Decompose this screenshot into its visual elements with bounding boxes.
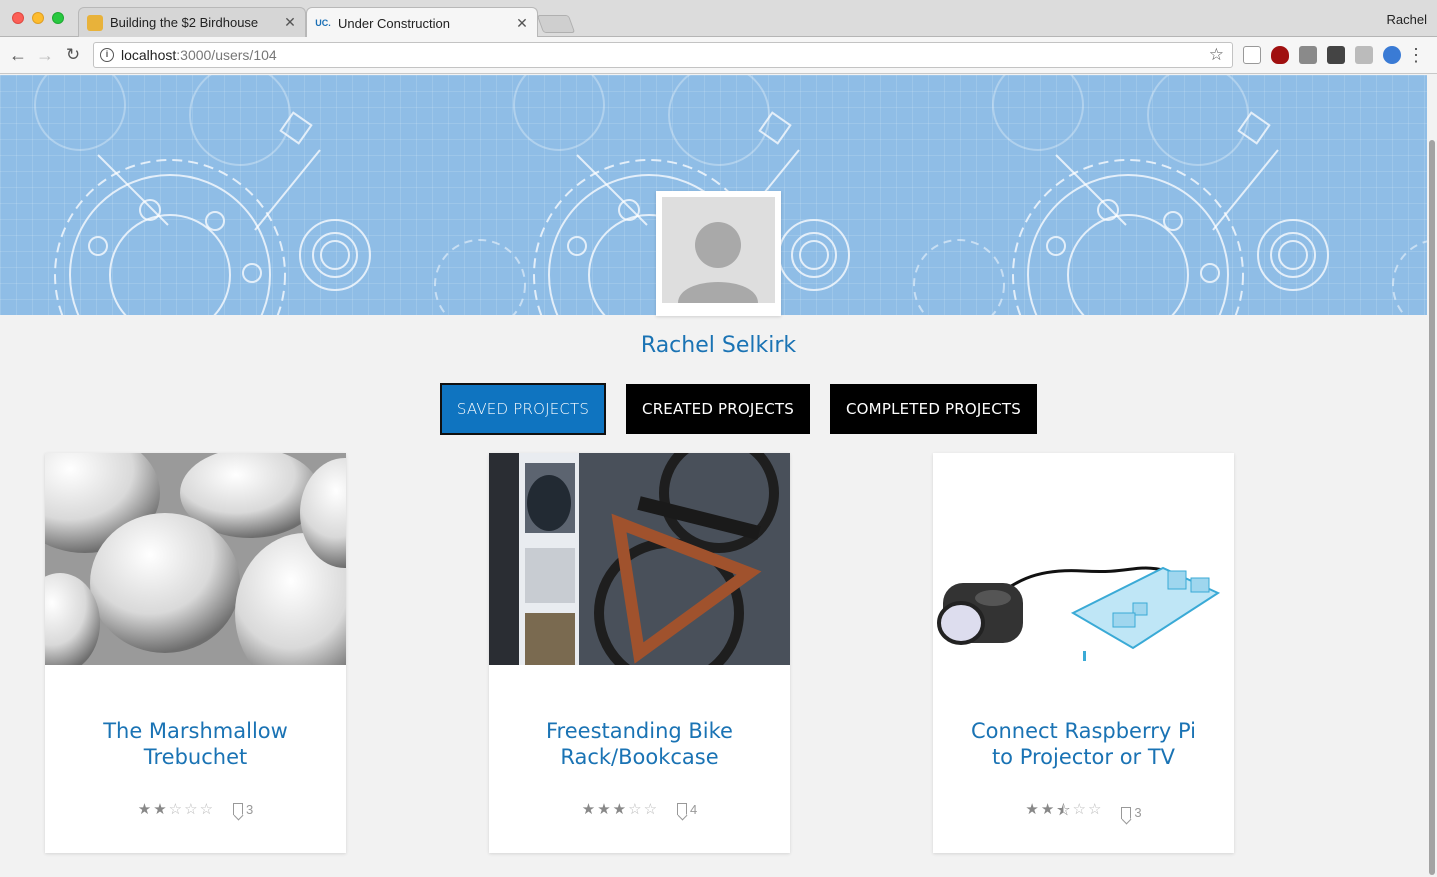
star-empty-icon: ☆: [184, 801, 198, 818]
rating-stars: ★ ★ ☆ ☆ ☆: [138, 800, 213, 818]
project-title[interactable]: The Marshmallow Trebuchet: [45, 718, 346, 770]
star-filled-icon: ★: [1040, 801, 1055, 818]
project-meta: ★ ★ ★ ☆ ☆ 4: [489, 800, 790, 818]
bookmark-icon[interactable]: [233, 803, 244, 815]
star-filled-icon: ★: [597, 801, 611, 818]
zoom-window-button[interactable]: [52, 12, 64, 24]
url-path: :3000/users/104: [176, 47, 277, 63]
bookmark-star-icon[interactable]: ☆: [1209, 45, 1224, 65]
save-count: 3: [1134, 805, 1142, 820]
project-title[interactable]: Connect Raspberry Pi to Projector or TV: [933, 718, 1234, 770]
close-window-button[interactable]: [12, 12, 24, 24]
scrollbar-thumb[interactable]: [1429, 140, 1435, 875]
bookmark-icon[interactable]: [1121, 806, 1132, 819]
extension-icons: [1243, 46, 1401, 64]
tab-title: Under Construction: [338, 15, 450, 31]
address-bar[interactable]: i localhost:3000/users/104 ☆: [93, 42, 1233, 68]
save-count: 4: [690, 801, 698, 817]
avatar: [656, 191, 781, 316]
rating-stars: ★ ★ ★ ☆ ☆: [582, 800, 657, 818]
image-extension-icon[interactable]: [1243, 46, 1261, 64]
reload-icon[interactable]: ↻: [63, 45, 83, 65]
project-card[interactable]: Freestanding Bike Rack/Bookcase ★ ★ ★ ☆ …: [489, 453, 790, 853]
tab-title: Building the $2 Birdhouse: [110, 15, 259, 30]
page-scrollbar[interactable]: [1427, 75, 1437, 877]
star-empty-icon: ☆: [199, 801, 214, 818]
browser-tab-bar: Building the $2 Birdhouse ✕ UC. Under Co…: [0, 0, 1437, 38]
minimize-window-button[interactable]: [32, 12, 44, 24]
extension-play-icon[interactable]: [1383, 46, 1401, 64]
star-empty-icon: ☆: [1072, 801, 1086, 818]
star-empty-icon: ☆: [643, 801, 658, 818]
project-title[interactable]: Freestanding Bike Rack/Bookcase: [489, 718, 790, 770]
default-user-icon: [662, 197, 775, 303]
url-host: localhost: [121, 47, 177, 63]
star-empty-icon: ☆: [1087, 801, 1102, 818]
extension-cloud-icon[interactable]: [1355, 46, 1373, 64]
browser-tab-under-construction[interactable]: UC. Under Construction ✕: [306, 7, 538, 38]
star-half-icon: ⯪: [1056, 802, 1071, 819]
close-tab-icon[interactable]: ✕: [515, 15, 529, 32]
rating-stars: ★ ★ ⯪ ☆ ☆: [1025, 800, 1101, 825]
project-image-raspberry-pi-projector[interactable]: [933, 453, 1234, 665]
save-count: 3: [246, 801, 254, 817]
tab-saved-projects[interactable]: SAVED PROJECTS: [440, 383, 606, 435]
browser-menu-icon[interactable]: ⋮: [1407, 45, 1425, 65]
ublock-shield-icon[interactable]: [1271, 46, 1289, 64]
tab-completed-projects[interactable]: COMPLETED PROJECTS: [830, 384, 1037, 434]
uc-logo-icon: UC.: [315, 18, 331, 28]
new-tab-button[interactable]: [536, 15, 576, 33]
browser-tab-birdhouse[interactable]: Building the $2 Birdhouse ✕: [78, 7, 306, 37]
tab-created-projects[interactable]: CREATED PROJECTS: [626, 384, 810, 434]
page-content: Rachel Selkirk SAVED PROJECTS CREATED PR…: [0, 75, 1427, 877]
browser-profile-name[interactable]: Rachel: [1387, 12, 1427, 27]
project-card[interactable]: Connect Raspberry Pi to Projector or TV …: [933, 453, 1234, 853]
extension-shield-icon[interactable]: [1327, 46, 1345, 64]
close-tab-icon[interactable]: ✕: [283, 14, 297, 31]
project-meta: ★ ★ ⯪ ☆ ☆ 3: [933, 800, 1234, 825]
star-empty-icon: ☆: [628, 801, 642, 818]
forward-arrow-icon[interactable]: →: [35, 45, 55, 65]
star-filled-icon: ★: [581, 801, 596, 818]
star-empty-icon: ☆: [168, 801, 183, 818]
project-image-bike-rack[interactable]: [489, 453, 790, 665]
extension-k-icon[interactable]: [1299, 46, 1317, 64]
star-filled-icon: ★: [137, 801, 152, 818]
project-card[interactable]: The Marshmallow Trebuchet ★ ★ ☆ ☆ ☆ 3: [45, 453, 346, 853]
browser-toolbar: ← → ↻ i localhost:3000/users/104 ☆ ⋮: [0, 37, 1437, 74]
star-filled-icon: ★: [612, 801, 627, 818]
profile-name: Rachel Selkirk: [640, 333, 797, 358]
project-image-marshmallows[interactable]: [45, 453, 346, 665]
star-filled-icon: ★: [1025, 801, 1039, 818]
project-meta: ★ ★ ☆ ☆ ☆ 3: [45, 800, 346, 818]
star-filled-icon: ★: [153, 801, 167, 818]
back-arrow-icon[interactable]: ←: [8, 45, 28, 65]
birdhouse-icon: [87, 14, 103, 31]
info-icon[interactable]: i: [100, 48, 114, 62]
bookmark-icon[interactable]: [677, 803, 688, 815]
